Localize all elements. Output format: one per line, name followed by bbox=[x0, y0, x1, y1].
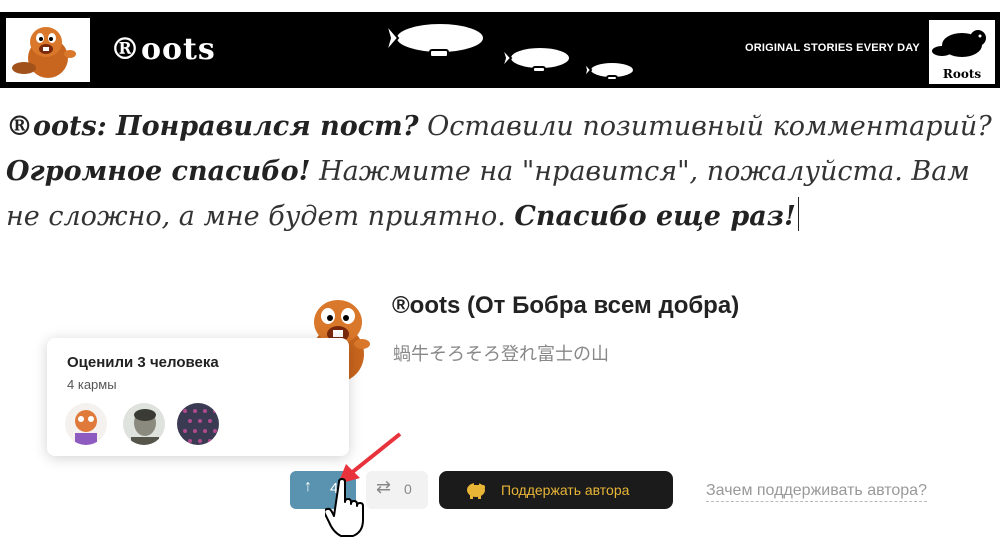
message-bold-5: Спасибо еще раз! bbox=[514, 201, 796, 232]
roots-badge-text: Roots bbox=[942, 67, 982, 81]
tagline: ORIGINAL STORIES EVERY DAY bbox=[745, 42, 920, 54]
message-text-2: Оставили позитивный комментарий? bbox=[418, 111, 992, 142]
message-bold-1: ®oots: Понравился пост? bbox=[6, 111, 419, 142]
brand-name: ®oots bbox=[110, 32, 216, 67]
voters-karma: 4 кармы bbox=[67, 377, 117, 392]
text-caret bbox=[797, 197, 799, 231]
voter-avatar[interactable] bbox=[65, 403, 107, 445]
support-author-button[interactable]: Поддержать автора bbox=[439, 471, 673, 509]
beaver-icon bbox=[932, 30, 986, 57]
thank-you-message: ®oots: Понравился пост? Оставили позитив… bbox=[6, 104, 996, 239]
message-bold-3: Огромное спасибо! bbox=[6, 156, 311, 187]
arrow-up-icon: ↑ bbox=[304, 478, 312, 495]
voter-avatar[interactable] bbox=[177, 403, 219, 445]
roots-badge-logo[interactable]: Roots bbox=[929, 20, 995, 84]
voters-title: Оценили 3 человека bbox=[67, 354, 219, 371]
why-support-link[interactable]: Зачем поддерживать автора? bbox=[706, 482, 927, 502]
hand-cursor-icon bbox=[325, 478, 364, 537]
support-author-label: Поддержать автора bbox=[501, 482, 630, 498]
beaver-logo[interactable] bbox=[6, 18, 90, 82]
header-banner: ®oots ORIGINAL STORIES EVERY DAY Roots bbox=[0, 12, 1000, 88]
blimp-icons bbox=[385, 22, 635, 81]
author-name[interactable]: ®oots (От Бобра всем добра) bbox=[392, 292, 739, 320]
piggy-bank-icon bbox=[467, 483, 485, 499]
voters-popup: Оценили 3 человека 4 кармы bbox=[47, 338, 349, 456]
author-subtitle: 蝸牛そろそろ登れ富士の山 bbox=[393, 344, 609, 365]
voter-avatar[interactable] bbox=[123, 403, 165, 445]
